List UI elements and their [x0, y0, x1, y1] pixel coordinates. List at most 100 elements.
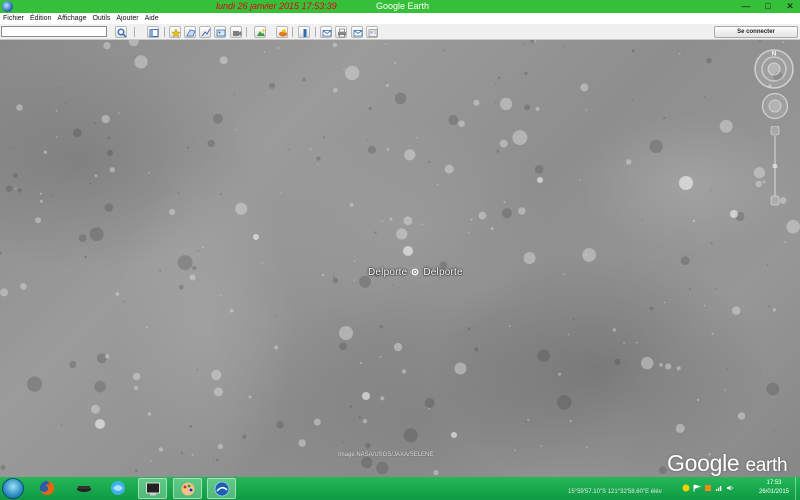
menu-aide[interactable]: Aide — [142, 13, 162, 24]
crater — [384, 43, 387, 45]
maps-button[interactable] — [366, 26, 378, 38]
menu-fichier[interactable]: Fichier — [0, 13, 27, 24]
moon-surface-view[interactable]: Delporte Delporte Image NASA/USGS/JAXA/S… — [0, 40, 800, 477]
crater — [128, 40, 139, 47]
record-tour-button[interactable] — [230, 26, 242, 38]
menu-edition[interactable]: Édition — [27, 13, 54, 24]
crater — [508, 325, 511, 328]
flag-icon[interactable] — [693, 484, 701, 492]
crater — [219, 56, 228, 65]
crater — [147, 412, 152, 416]
volume-icon[interactable] — [726, 484, 734, 492]
crater — [524, 71, 528, 76]
crater — [248, 395, 252, 399]
taskbar-app-paint[interactable] — [173, 478, 202, 499]
crater — [724, 389, 726, 391]
sunlight-button[interactable] — [276, 26, 288, 38]
paint-icon — [181, 482, 195, 496]
email-button[interactable] — [351, 26, 363, 38]
image-overlay-icon — [216, 29, 226, 37]
crater — [535, 107, 540, 111]
planets-button[interactable] — [298, 26, 310, 38]
crater — [69, 360, 77, 369]
crater — [612, 328, 616, 332]
maximize-button[interactable]: □ — [762, 1, 774, 12]
crater — [514, 449, 516, 452]
taskbar-app-firefox[interactable] — [33, 478, 62, 499]
crater — [537, 349, 550, 362]
crater — [706, 57, 712, 64]
taskbar-app-screen[interactable] — [138, 478, 167, 499]
crater — [753, 167, 766, 179]
zoom-out-button[interactable] — [770, 195, 780, 206]
email-icon — [322, 30, 332, 37]
crater — [768, 305, 771, 308]
sign-in-button[interactable]: Se connecter — [714, 26, 798, 38]
taskbar-app-browser[interactable] — [104, 478, 133, 499]
place-label-delporte[interactable]: Delporte Delporte — [368, 267, 463, 278]
minimize-button[interactable]: — — [740, 1, 752, 12]
crater — [106, 149, 114, 156]
crater — [376, 461, 389, 475]
crater — [158, 447, 164, 452]
crater — [261, 262, 264, 264]
bright-crater — [537, 177, 543, 183]
crater — [213, 387, 223, 397]
crater — [39, 199, 43, 203]
menu-outils[interactable]: Outils — [89, 13, 113, 24]
zoom-in-button[interactable] — [770, 126, 780, 136]
path-button[interactable] — [199, 26, 211, 38]
logo-earth: earth — [745, 455, 788, 476]
crater — [321, 274, 325, 277]
close-button[interactable]: ✕ — [784, 1, 796, 12]
record-tour-icon — [233, 31, 242, 36]
crater — [762, 180, 766, 184]
look-joystick[interactable]: N — [753, 48, 795, 90]
sidebar-toggle-button[interactable] — [147, 26, 159, 38]
show-desktop-button[interactable] — [795, 477, 800, 500]
sunlight-icon — [279, 29, 287, 37]
zoom-handle[interactable] — [772, 164, 778, 168]
crater — [374, 231, 377, 234]
crater — [229, 308, 234, 313]
search-input[interactable] — [1, 26, 107, 37]
menu-ajouter[interactable]: Ajouter — [113, 13, 141, 24]
taskbar-app-media[interactable] — [70, 478, 99, 499]
print-button[interactable] — [335, 26, 347, 38]
zoom-slider[interactable] — [770, 126, 780, 206]
crater — [467, 327, 471, 331]
crater — [219, 193, 222, 196]
crater — [146, 326, 149, 329]
crater — [631, 98, 634, 101]
crater — [530, 40, 534, 43]
network-icon[interactable] — [682, 484, 690, 492]
crater — [196, 368, 199, 371]
crater — [287, 148, 290, 151]
move-joystick[interactable] — [761, 92, 789, 120]
search-button[interactable] — [115, 26, 127, 38]
crater — [675, 423, 685, 433]
place-label-right: Delporte — [423, 267, 463, 278]
antivirus-icon[interactable] — [704, 484, 712, 492]
crater — [692, 219, 696, 223]
historical-imagery-button[interactable] — [254, 26, 266, 38]
crater — [16, 104, 23, 111]
crater — [134, 55, 148, 69]
crater — [35, 217, 42, 224]
bright-crater — [95, 419, 105, 429]
crater — [379, 324, 384, 329]
placemark-button[interactable] — [169, 26, 181, 38]
polygon-button[interactable] — [184, 26, 196, 38]
image-overlay-button[interactable] — [214, 26, 226, 38]
ruler-button[interactable] — [320, 26, 332, 38]
crater — [361, 456, 373, 469]
crater — [404, 149, 416, 161]
title-bar[interactable]: lundi 26 janvier 2015 17:53:39 Google Ea… — [0, 0, 800, 13]
crater — [540, 445, 543, 447]
taskbar-app-google-earth[interactable] — [207, 478, 236, 499]
menu-affichage[interactable]: Affichage — [54, 13, 89, 24]
start-button[interactable] — [2, 478, 24, 499]
signal-icon[interactable] — [715, 484, 723, 492]
crater — [710, 242, 713, 245]
planets-icon — [303, 29, 307, 37]
